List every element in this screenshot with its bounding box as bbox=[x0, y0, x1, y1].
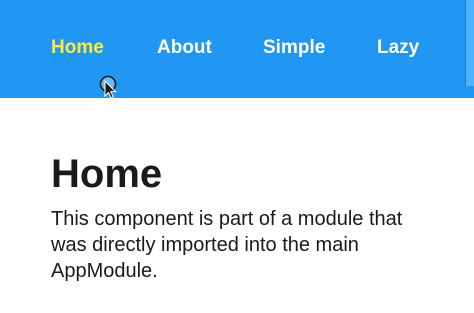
nav-link-home[interactable]: Home bbox=[51, 37, 104, 59]
page-description: This component is part of a module that … bbox=[51, 208, 403, 282]
nav-link-lazy[interactable]: Lazy bbox=[377, 37, 419, 59]
page-title: Home bbox=[51, 152, 163, 196]
main-content: Home This component is part of a module … bbox=[51, 150, 451, 284]
app-page: Home About Simple Lazy Home This compone… bbox=[0, 0, 474, 313]
nav-link-about[interactable]: About bbox=[157, 37, 212, 59]
pointer-cursor-icon bbox=[99, 75, 117, 99]
top-navbar: Home About Simple Lazy bbox=[0, 0, 474, 98]
nav-link-simple[interactable]: Simple bbox=[263, 37, 325, 59]
navbar-edge-strip bbox=[465, 0, 474, 86]
